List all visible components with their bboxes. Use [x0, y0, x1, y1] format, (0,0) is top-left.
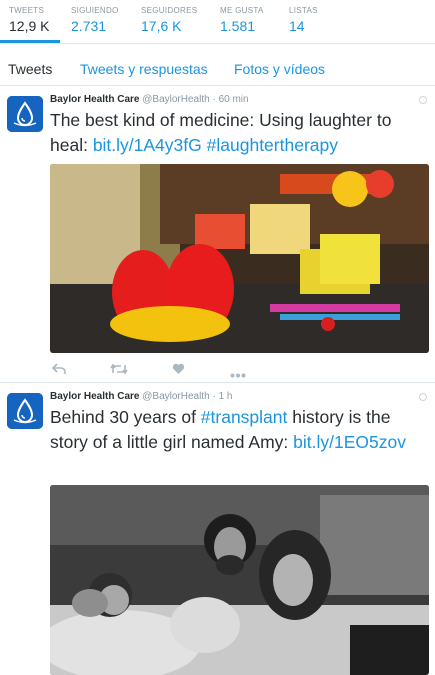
tweet-header: Baylor Health Care @BaylorHealth · 60 mi…: [50, 94, 249, 105]
water-drop-logo-icon: [7, 96, 43, 132]
stat-label: LISTAS: [289, 6, 318, 15]
tweet-timestamp[interactable]: 1 h: [219, 391, 233, 402]
stat-followers[interactable]: SEGUIDORES 17,6 K: [141, 6, 197, 34]
author-handle[interactable]: @BaylorHealth: [142, 391, 209, 402]
clown-shoes-photo: [50, 164, 429, 353]
stat-value: 2.731: [71, 18, 107, 34]
stat-tweets[interactable]: TWEETS 12,9 K: [9, 6, 49, 34]
tweet-photo[interactable]: [50, 164, 429, 353]
tweet-options-icon[interactable]: [419, 96, 427, 104]
stat-value: 14: [289, 18, 305, 34]
tweet[interactable]: Baylor Health Care @BaylorHealth · 1 h B…: [0, 383, 435, 675]
separator-dot: ·: [212, 94, 216, 105]
family-photo: [50, 485, 429, 675]
avatar[interactable]: [7, 393, 43, 429]
avatar[interactable]: [7, 96, 43, 132]
separator-dot: ·: [212, 391, 216, 402]
tweet-header: Baylor Health Care @BaylorHealth · 1 h: [50, 391, 232, 402]
stat-lists[interactable]: LISTAS 14: [289, 6, 318, 34]
stat-likes[interactable]: ME GUSTA 1.581: [220, 6, 264, 34]
tweet-actions: [50, 362, 270, 378]
tweet[interactable]: Baylor Health Care @BaylorHealth · 60 mi…: [0, 86, 435, 382]
more-icon[interactable]: [230, 365, 246, 383]
stat-value: 17,6 K: [141, 18, 182, 34]
author-name[interactable]: Baylor Health Care: [50, 94, 139, 105]
reply-icon[interactable]: [51, 362, 66, 380]
author-name[interactable]: Baylor Health Care: [50, 391, 139, 402]
timeline-tabs: Tweets Tweets y respuestas Fotos y vídeo…: [0, 52, 435, 86]
tab-tweets[interactable]: Tweets: [8, 61, 52, 77]
stat-label: ME GUSTA: [220, 6, 264, 15]
tweet-photo[interactable]: [50, 485, 429, 675]
tweet-hashtag[interactable]: #laughtertherapy: [207, 135, 338, 155]
stat-following[interactable]: SIGUIENDO 2.731: [71, 6, 119, 34]
tweet-link[interactable]: bit.ly/1EO5zov: [293, 432, 406, 452]
stat-label: SEGUIDORES: [141, 6, 198, 15]
tab-tweets-and-replies[interactable]: Tweets y respuestas: [80, 61, 208, 77]
tweet-link[interactable]: bit.ly/1A4y3fG: [93, 135, 202, 155]
tab-photos-and-videos[interactable]: Fotos y vídeos: [234, 61, 325, 77]
retweet-icon[interactable]: [110, 362, 128, 380]
tweet-text: The best kind of medicine: Using laughte…: [50, 108, 430, 158]
stat-label: SIGUIENDO: [71, 6, 119, 15]
tweet-hashtag[interactable]: #transplant: [201, 407, 288, 427]
stat-value: 12,9 K: [9, 18, 50, 34]
stat-value: 1.581: [220, 18, 256, 34]
active-stat-indicator: [0, 40, 60, 43]
stat-label: TWEETS: [9, 6, 45, 15]
water-drop-logo-icon: [7, 393, 43, 429]
tweet-options-icon[interactable]: [419, 393, 427, 401]
author-handle[interactable]: @BaylorHealth: [142, 94, 209, 105]
tweet-timestamp[interactable]: 60 min: [219, 94, 249, 105]
tweet-text: Behind 30 years of #transplant history i…: [50, 405, 430, 455]
heart-icon[interactable]: [172, 362, 185, 380]
profile-stats-bar: TWEETS 12,9 K SIGUIENDO 2.731 SEGUIDORES…: [0, 0, 435, 44]
tweet-text-body: Behind 30 years of: [50, 407, 201, 427]
